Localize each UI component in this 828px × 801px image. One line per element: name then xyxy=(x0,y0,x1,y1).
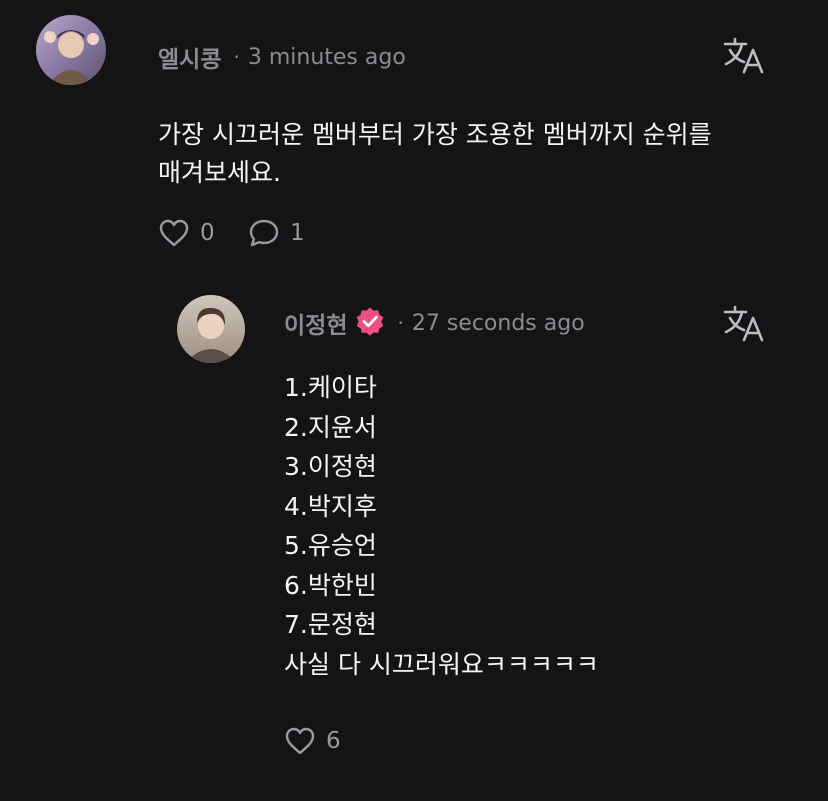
reply-text: 1.케이타 2.지윤서 3.이정현 4.박지후 5.유승언 6.박한빈 7.문정… xyxy=(284,368,804,684)
comment-reply-button[interactable]: 1 xyxy=(248,218,305,248)
verified-badge-icon xyxy=(355,306,385,340)
reply-meta: 이정현 · 27 seconds ago xyxy=(284,306,585,340)
reply-line: 7.문정현 xyxy=(284,610,377,639)
comment-like-button[interactable]: 0 xyxy=(158,218,215,248)
commenter-avatar[interactable] xyxy=(36,15,106,85)
speech-bubble-icon xyxy=(249,219,279,247)
reply-line: 4.박지후 xyxy=(284,491,377,521)
comment-timestamp: 3 minutes ago xyxy=(247,44,406,70)
reply-line: 1.케이타 xyxy=(284,373,377,402)
translate-icon xyxy=(723,305,764,342)
comment-like-count: 0 xyxy=(200,220,215,246)
reply-timestamp: 27 seconds ago xyxy=(411,310,585,336)
reply-line: 6.박한빈 xyxy=(284,570,377,600)
reply-line: 사실 다 시끄러워요ㅋㅋㅋㅋㅋ xyxy=(284,649,599,679)
comment-separator: · xyxy=(233,45,240,69)
reply-separator: · xyxy=(397,311,404,335)
reply-line: 2.지윤서 xyxy=(284,412,377,442)
reply-like-count: 6 xyxy=(326,728,341,754)
comment-author[interactable]: 엘시콩 xyxy=(158,40,221,74)
reply-translate-button[interactable] xyxy=(722,304,766,346)
comment-meta: 엘시콩 · 3 minutes ago xyxy=(158,40,406,74)
reply-author[interactable]: 이정현 xyxy=(284,306,347,340)
reply-like-button[interactable]: 6 xyxy=(284,726,341,756)
translate-icon xyxy=(723,37,764,74)
comment-translate-button[interactable] xyxy=(722,36,766,78)
comment-text: 가장 시끄러운 멤버부터 가장 조용한 멤버까지 순위를 매겨보세요. xyxy=(158,120,712,187)
comment-reply-count: 1 xyxy=(290,220,305,246)
reply-line: 3.이정현 xyxy=(284,452,377,481)
heart-outline-icon xyxy=(285,727,315,755)
reply-line: 5.유승언 xyxy=(284,531,377,560)
replier-avatar[interactable] xyxy=(177,295,245,363)
heart-outline-icon xyxy=(159,219,189,247)
